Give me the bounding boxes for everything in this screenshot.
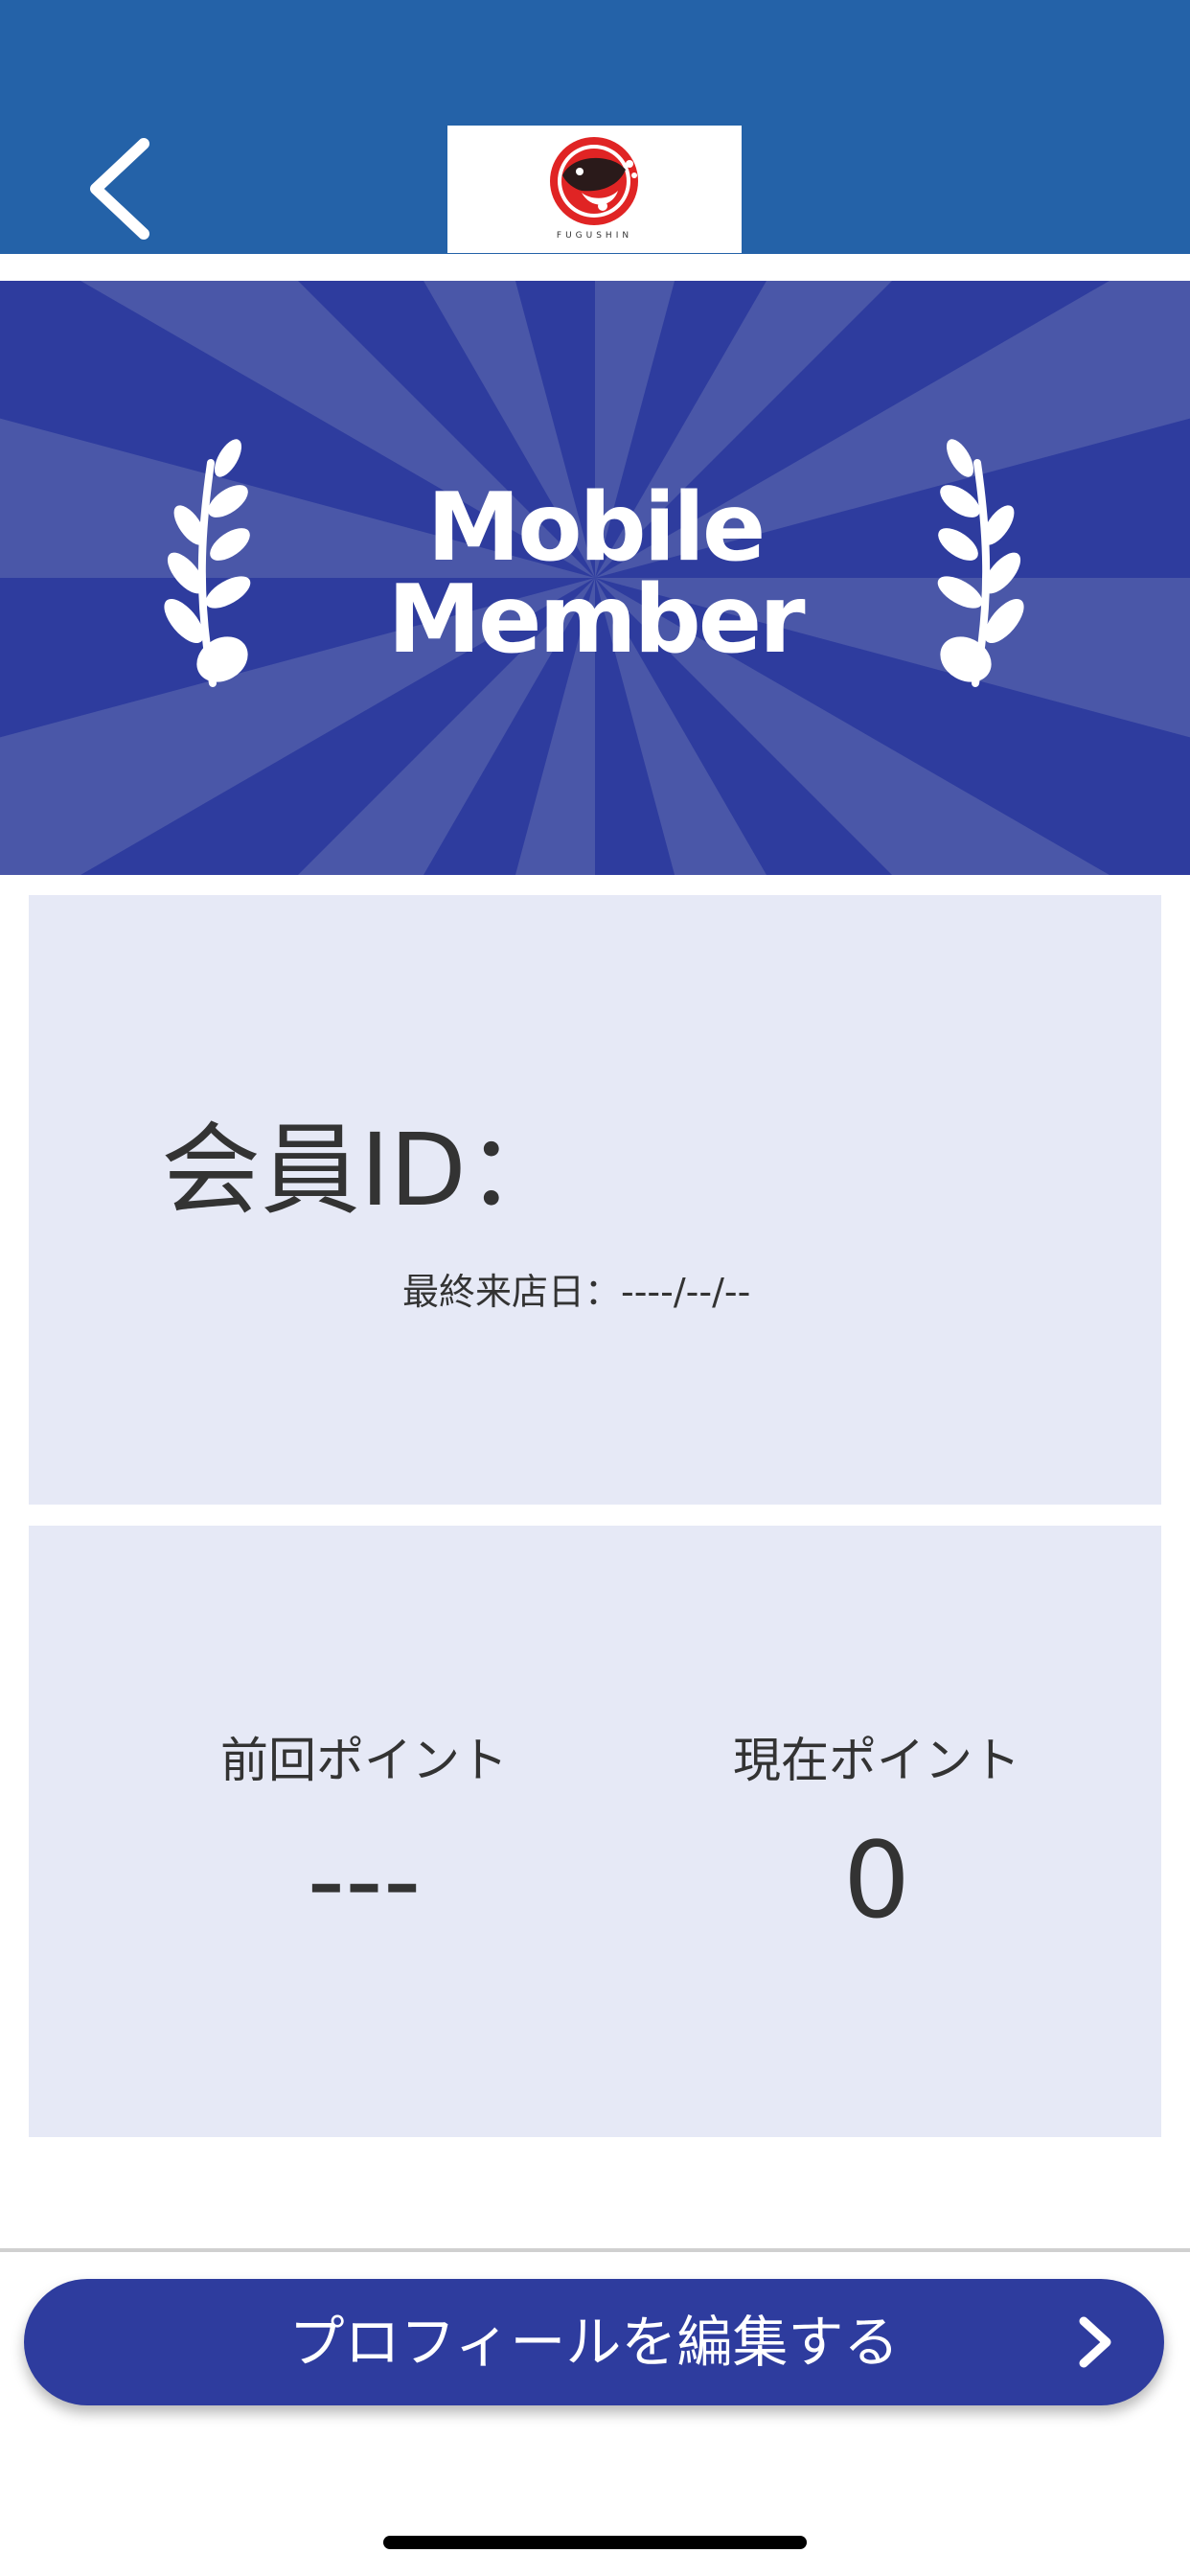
last-visit-date: 最終来店日：----/--/-- (402, 1271, 751, 1313)
previous-points-value: --- (307, 1819, 422, 1942)
logo-caption: FUGUSHIN (556, 231, 633, 241)
banner-title: Mobile Member (0, 473, 1190, 675)
current-points-value: 0 (843, 1819, 910, 1942)
previous-points-label: 前回ポイント (220, 1733, 508, 1788)
member-id-label: 会員ID： (161, 1112, 566, 1229)
edit-profile-label: プロフィールを編集する (288, 2310, 900, 2375)
fugu-fish-logo-icon (550, 137, 638, 225)
member-info-card: 会員ID： 最終来店日：----/--/-- (29, 895, 1161, 1505)
membership-banner: Mobile Member (0, 281, 1190, 875)
current-points-label: 現在ポイント (733, 1733, 1020, 1788)
chevron-right-icon (1079, 2316, 1111, 2368)
points-card: 前回ポイント --- 現在ポイント 0 (29, 1526, 1161, 2137)
home-indicator (383, 2536, 807, 2549)
brand-logo: FUGUSHIN (447, 126, 742, 253)
chevron-left-icon (90, 138, 149, 240)
banner-title-line2: Member (387, 565, 805, 675)
banner-title-line1: Mobile (426, 473, 767, 583)
top-header: FUGUSHIN (0, 0, 1190, 254)
back-button[interactable] (84, 136, 161, 242)
edit-profile-button[interactable]: プロフィールを編集する (24, 2279, 1164, 2405)
footer-divider (0, 2248, 1190, 2252)
